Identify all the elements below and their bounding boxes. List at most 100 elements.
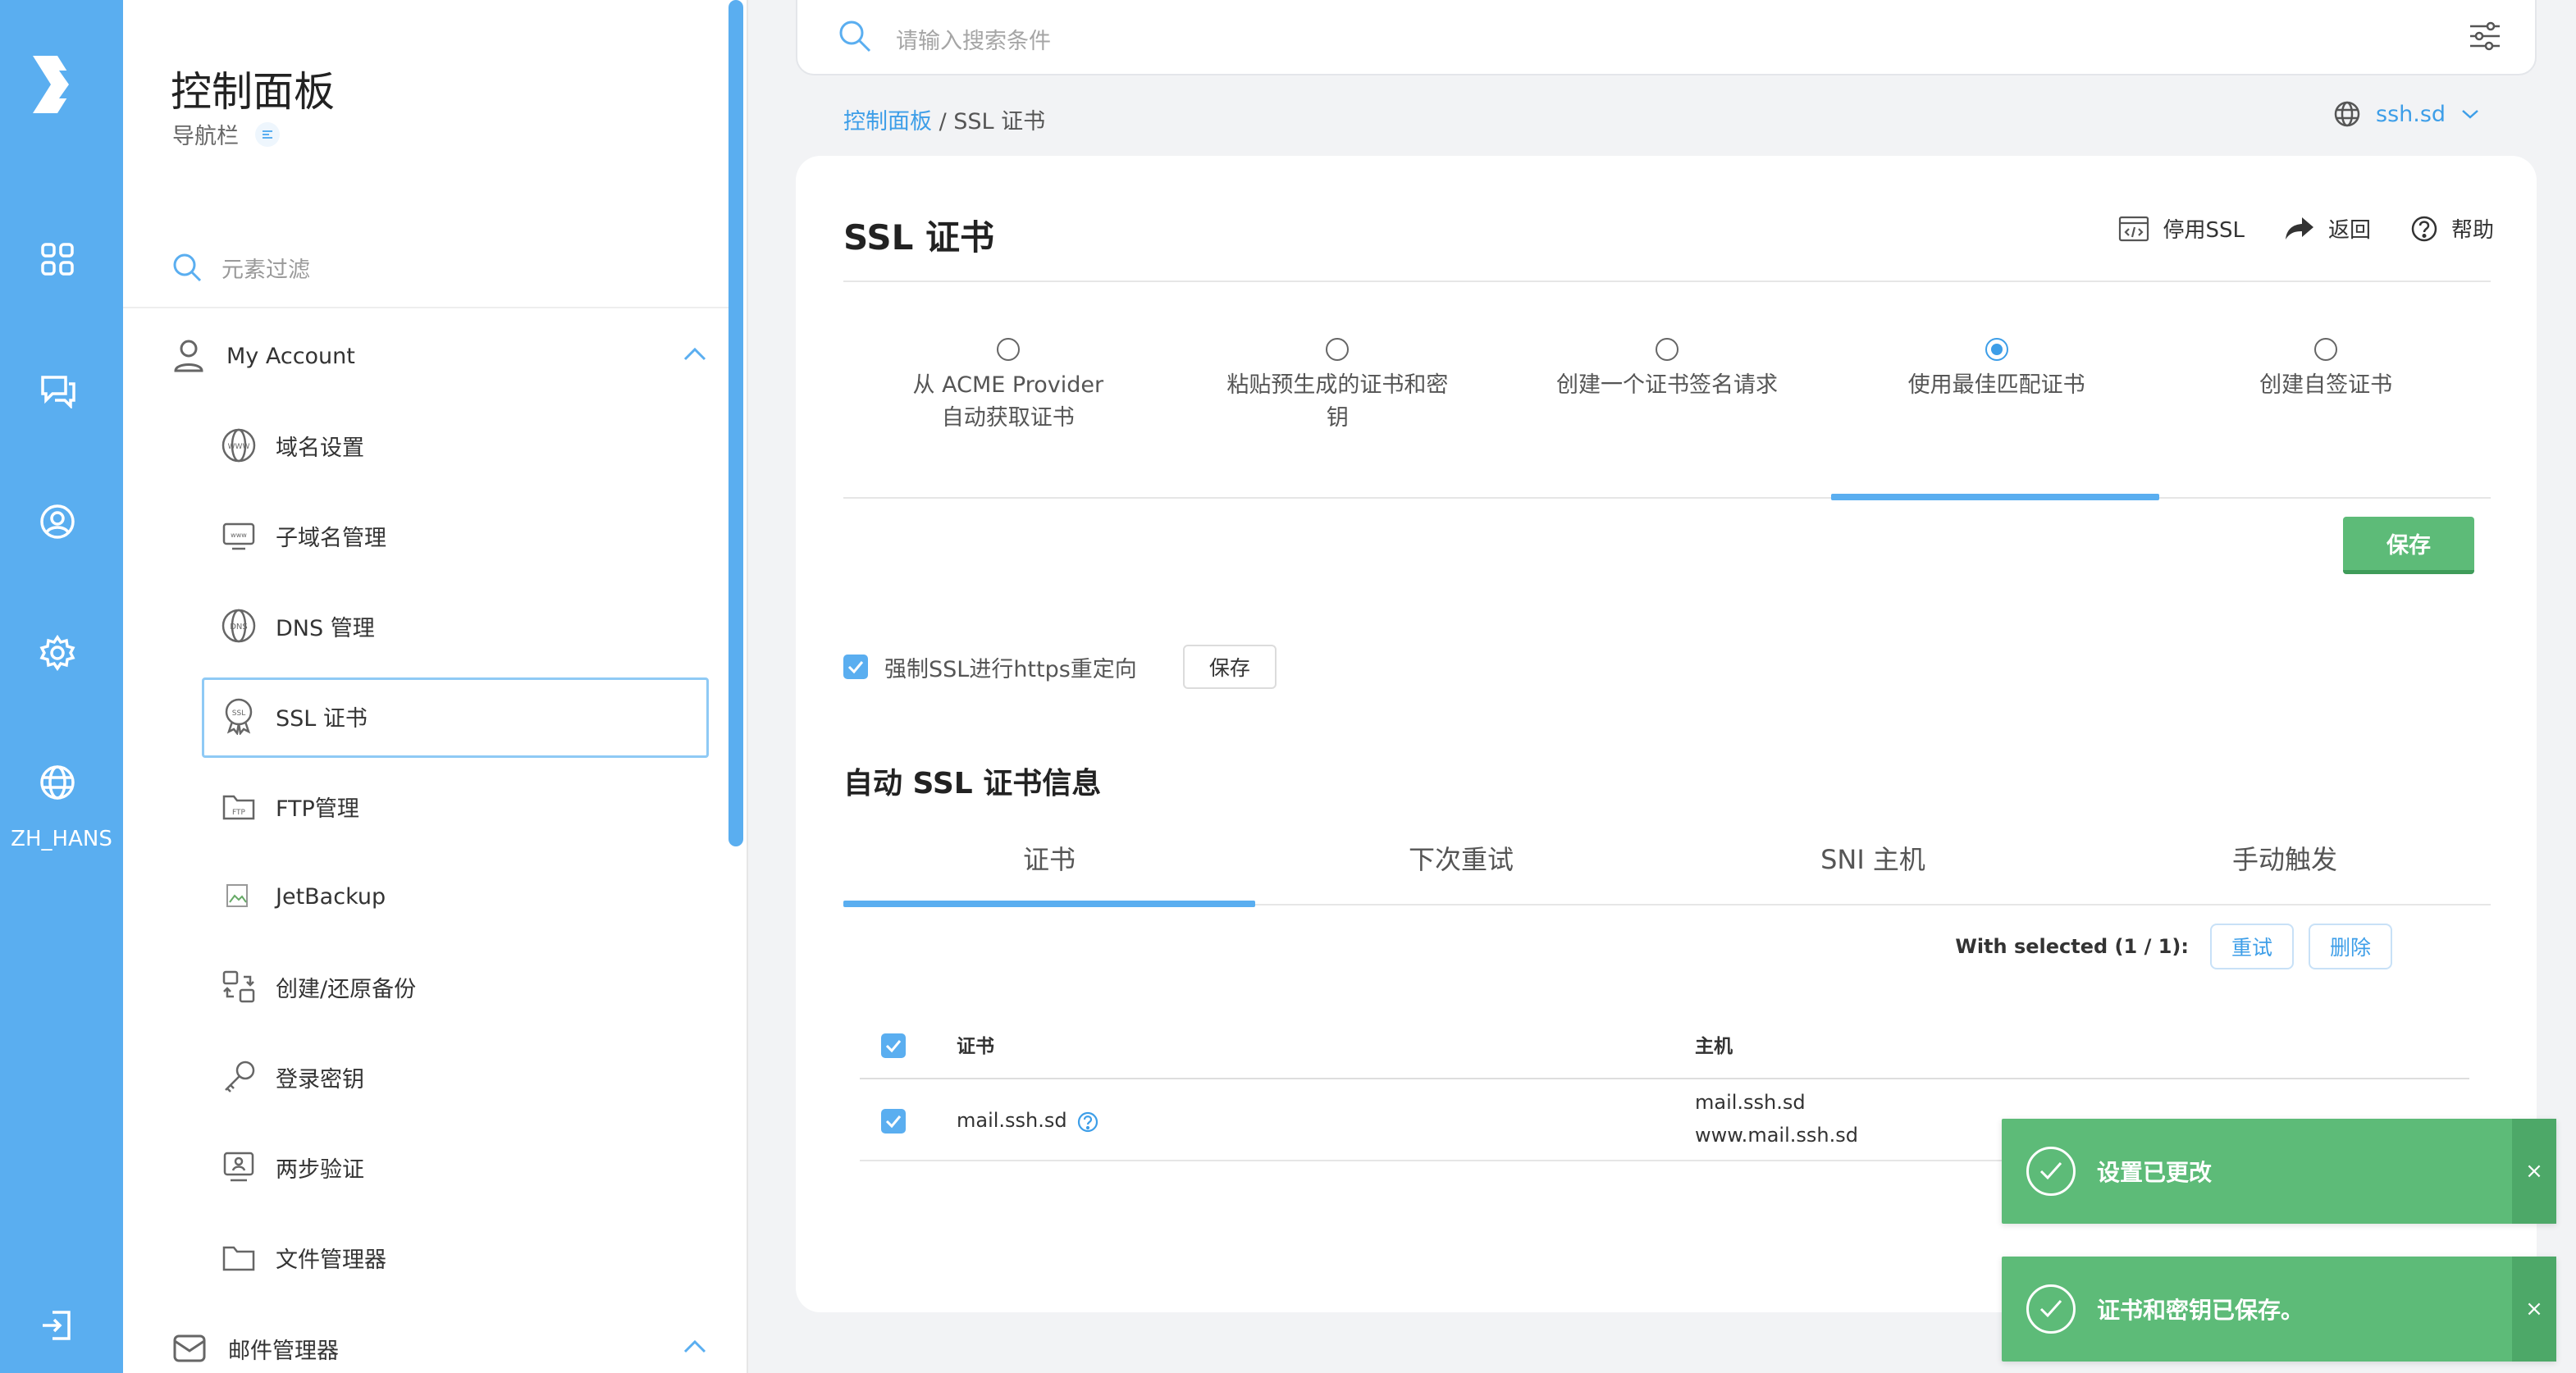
chevron-up-icon[interactable]: [683, 344, 707, 364]
svg-text:SSL: SSL: [232, 709, 245, 718]
sidebar-group-mail[interactable]: 邮件管理器: [172, 1324, 714, 1373]
column-header-cert[interactable]: 证书: [957, 1030, 994, 1058]
user-circle-icon[interactable]: [33, 497, 82, 546]
disable-ssl-button[interactable]: 停用SSL: [2118, 213, 2245, 244]
select-all-checkbox[interactable]: [881, 1033, 906, 1058]
search-icon: [839, 21, 871, 52]
collapse-nav-icon[interactable]: [255, 121, 280, 147]
mail-icon: [173, 1334, 206, 1362]
retry-button[interactable]: 重试: [2209, 924, 2294, 969]
sidebar-filter[interactable]: 元素过滤: [171, 244, 712, 290]
close-icon[interactable]: ×: [2512, 1119, 2556, 1224]
tab-next-retry[interactable]: 下次重试: [1255, 827, 1667, 901]
sidebar-item-subdomains[interactable]: www 子域名管理: [220, 495, 725, 576]
page-actions: 停用SSL 返回 帮助: [2118, 213, 2494, 244]
filter-sliders-icon[interactable]: [2468, 20, 2502, 52]
svg-text:www: www: [231, 531, 247, 539]
sidebar-item-file-manager[interactable]: 文件管理器: [220, 1217, 725, 1298]
check-circle-icon: [2026, 1147, 2076, 1196]
globe-icon: [2334, 101, 2360, 127]
gear-icon[interactable]: [33, 628, 82, 677]
radio-acme[interactable]: [996, 338, 1020, 361]
icon-rail: ZH_HANS: [0, 0, 123, 1373]
sidebar-item-label: DNS 管理: [276, 615, 375, 641]
force-ssl-checkbox[interactable]: [843, 655, 868, 679]
force-ssl-save-button[interactable]: 保存: [1182, 645, 1277, 689]
divider: [843, 281, 2491, 282]
sidebar-item-ftp[interactable]: FTP FTP管理: [220, 766, 725, 846]
radio-csr[interactable]: [1655, 338, 1679, 361]
tab-sni-hosts[interactable]: SNI 主机: [1667, 827, 2079, 901]
radio-paste[interactable]: [1326, 338, 1350, 361]
dashboard-grid-icon[interactable]: [33, 235, 82, 284]
logout-icon[interactable]: [33, 1301, 82, 1350]
search-input[interactable]: 请输入搜索条件: [896, 23, 1051, 55]
chat-icon[interactable]: [33, 366, 82, 415]
radio-best-match[interactable]: [1985, 338, 2008, 361]
row-checkbox[interactable]: [881, 1109, 906, 1134]
sidebar-item-label: FTP管理: [276, 796, 359, 822]
sidebar-subtitle: 导航栏: [172, 118, 280, 150]
sidebar-group-label: My Account: [226, 343, 355, 369]
close-icon[interactable]: ×: [2512, 1257, 2556, 1362]
search-icon: [173, 253, 202, 282]
divider: [843, 497, 2491, 499]
sidebar-item-jetbackup[interactable]: JetBackup: [220, 856, 725, 937]
help-circle-icon: [2411, 216, 2437, 241]
help-circle-icon[interactable]: [1076, 1111, 1099, 1134]
sidebar-item-label: 域名设置: [276, 435, 364, 461]
option-acme-line1: 从 ACME Provider: [912, 372, 1104, 398]
option-acme[interactable]: 从 ACME Provider 自动获取证书: [843, 338, 1173, 469]
sidebar-scrollbar[interactable]: [728, 0, 743, 846]
sidebar-item-label: SSL 证书: [276, 705, 368, 732]
option-paste-line1: 粘贴预生成的证书和密: [1226, 372, 1449, 398]
option-csr[interactable]: 创建一个证书签名请求: [1502, 338, 1832, 469]
delete-button[interactable]: 删除: [2308, 924, 2392, 969]
global-search[interactable]: 请输入搜索条件: [796, 0, 2537, 75]
tab-certificates[interactable]: 证书: [843, 827, 1255, 901]
folder-icon: [220, 1238, 258, 1276]
radio-self-signed[interactable]: [2314, 338, 2338, 361]
sidebar-group-my-account[interactable]: My Account: [172, 331, 714, 381]
code-window-icon: [2119, 216, 2149, 241]
column-header-host[interactable]: 主机: [1695, 1030, 1733, 1058]
domain-selector[interactable]: ssh.sd: [2333, 100, 2480, 128]
tab-manual-trigger[interactable]: 手动触发: [2079, 827, 2491, 901]
option-best-match-line1: 使用最佳匹配证书: [1907, 372, 2085, 398]
sidebar-filter-input[interactable]: 元素过滤: [222, 252, 310, 284]
sidebar-item-domain-settings[interactable]: WWW 域名设置: [220, 405, 725, 486]
divider: [123, 307, 730, 308]
sidebar-item-login-keys[interactable]: 登录密钥: [220, 1037, 725, 1117]
active-tab-indicator: [843, 901, 1255, 907]
breadcrumb-home-link[interactable]: 控制面板: [843, 109, 932, 135]
sidebar-item-label: 子域名管理: [276, 525, 386, 551]
section-title: 自动 SSL 证书信息: [843, 767, 1102, 801]
svg-text:FTP: FTP: [232, 809, 246, 817]
check-icon: [885, 1115, 902, 1129]
help-button[interactable]: 帮助: [2410, 213, 2494, 244]
backup-icon: [220, 968, 258, 1006]
globe-icon[interactable]: [33, 758, 82, 807]
option-self-signed[interactable]: 创建自签证书: [2161, 338, 2491, 469]
back-button[interactable]: 返回: [2284, 213, 2371, 244]
sidebar-item-backup[interactable]: 创建/还原备份: [220, 947, 725, 1027]
sidebar-item-two-factor[interactable]: 两步验证: [220, 1127, 725, 1207]
chevron-up-icon[interactable]: [683, 1337, 707, 1357]
option-paste[interactable]: 粘贴预生成的证书和密 钥: [1173, 338, 1503, 469]
option-csr-line1: 创建一个证书签名请求: [1555, 372, 1778, 398]
sidebar-item-ssl[interactable]: SSL SSL 证书: [220, 676, 725, 756]
auto-ssl-tabs: 证书 下次重试 SNI 主机 手动触发: [843, 827, 2491, 901]
broken-image-icon: [220, 878, 258, 915]
cert-name: mail.ssh.sd: [957, 1109, 1067, 1132]
breadcrumb-separator: /: [932, 109, 954, 135]
logo-icon[interactable]: [25, 48, 90, 121]
sidebar-item-dns[interactable]: DNS DNS 管理: [220, 586, 725, 666]
svg-text:DNS: DNS: [230, 623, 248, 632]
sidebar-item-label: 创建/还原备份: [276, 976, 417, 1002]
save-button[interactable]: 保存: [2343, 517, 2474, 574]
language-label[interactable]: ZH_HANS: [0, 827, 123, 851]
with-selected-label: With selected (1 / 1):: [1955, 935, 2189, 958]
toast-notification: 设置已更改 ×: [2002, 1119, 2556, 1224]
toast-message: 设置已更改: [2097, 1159, 2213, 1186]
option-best-match[interactable]: 使用最佳匹配证书: [1832, 338, 2162, 469]
